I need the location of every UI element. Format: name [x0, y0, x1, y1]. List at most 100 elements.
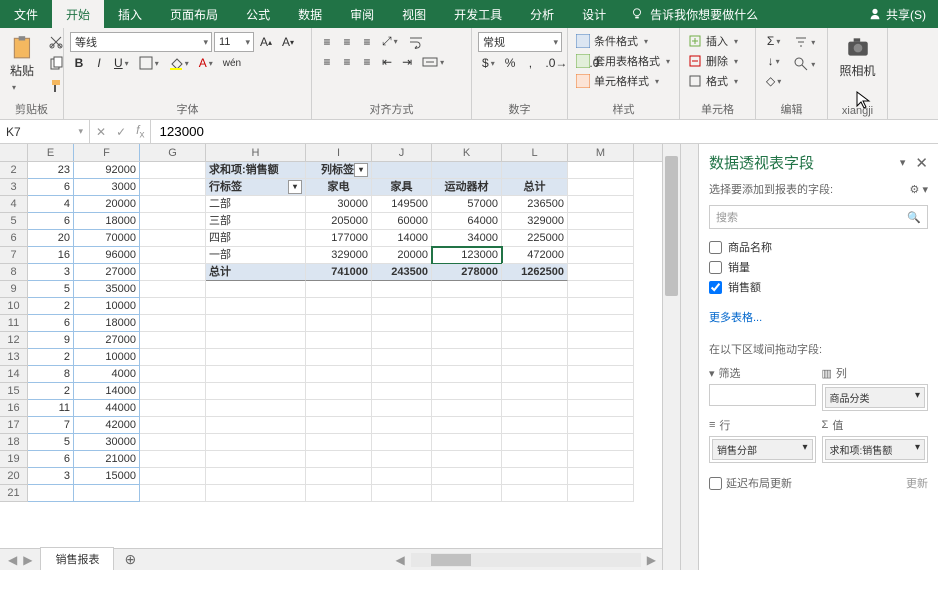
italic-button[interactable]: I — [90, 54, 108, 72]
cell[interactable] — [568, 213, 634, 230]
cell[interactable] — [372, 298, 432, 315]
cell[interactable] — [568, 264, 634, 281]
cell[interactable] — [206, 468, 306, 485]
area-filter[interactable]: ▾筛选 — [709, 365, 816, 411]
cell[interactable]: 34000 — [432, 230, 502, 247]
merge-button[interactable] — [418, 53, 448, 71]
cell[interactable] — [306, 451, 372, 468]
cell[interactable] — [140, 230, 206, 247]
row-header[interactable]: 7 — [0, 247, 28, 264]
cell[interactable] — [432, 315, 502, 332]
cell[interactable] — [306, 417, 372, 434]
tab-home[interactable]: 开始 — [52, 0, 104, 28]
field-item-revenue[interactable]: 销售额 — [709, 277, 928, 297]
underline-button[interactable]: U — [110, 54, 133, 72]
cell[interactable] — [140, 349, 206, 366]
cell[interactable] — [502, 383, 568, 400]
cell[interactable]: 20000 — [372, 247, 432, 264]
cell[interactable] — [372, 281, 432, 298]
cell-style-button[interactable]: 单元格样式 — [574, 72, 661, 90]
cell[interactable] — [502, 417, 568, 434]
cell[interactable]: 4000 — [74, 366, 140, 383]
cell[interactable]: 30000 — [74, 434, 140, 451]
delete-cells-button[interactable]: 删除 — [686, 52, 740, 70]
sheet-tab-active[interactable]: 销售报表 — [40, 547, 114, 570]
cell[interactable] — [502, 451, 568, 468]
sort-filter-button[interactable] — [789, 32, 819, 52]
cell[interactable] — [140, 451, 206, 468]
tab-design[interactable]: 设计 — [568, 0, 620, 28]
cell[interactable]: 6 — [28, 179, 74, 196]
cell[interactable]: 18000 — [74, 315, 140, 332]
cell[interactable] — [306, 434, 372, 451]
row-header[interactable]: 2 — [0, 162, 28, 179]
cell[interactable] — [432, 417, 502, 434]
tab-file[interactable]: 文件 — [0, 0, 52, 28]
row-header[interactable]: 3 — [0, 179, 28, 196]
cell[interactable] — [502, 434, 568, 451]
cell[interactable] — [502, 281, 568, 298]
cell[interactable]: 18000 — [74, 213, 140, 230]
cell[interactable] — [206, 451, 306, 468]
find-select-button[interactable] — [789, 54, 819, 74]
cell[interactable] — [432, 162, 502, 179]
cell[interactable] — [306, 332, 372, 349]
cell[interactable] — [502, 400, 568, 417]
update-button[interactable]: 更新 — [906, 475, 928, 491]
row-header[interactable]: 17 — [0, 417, 28, 434]
cell[interactable] — [306, 485, 372, 502]
increase-indent-button[interactable]: ⇥ — [398, 53, 416, 71]
add-sheet-button[interactable]: ⊕ — [114, 551, 146, 568]
cell[interactable] — [206, 434, 306, 451]
cell[interactable] — [432, 400, 502, 417]
cell[interactable] — [568, 315, 634, 332]
cell[interactable]: 8 — [28, 366, 74, 383]
cell[interactable] — [568, 400, 634, 417]
cell[interactable] — [206, 485, 306, 502]
cell[interactable] — [502, 366, 568, 383]
cell[interactable] — [206, 366, 306, 383]
pivot-dropdown-button[interactable]: ▾ — [288, 180, 302, 194]
cell[interactable] — [306, 315, 372, 332]
cell[interactable]: 11 — [28, 400, 74, 417]
horizontal-scrollbar[interactable] — [411, 553, 641, 567]
tab-pagelayout[interactable]: 页面布局 — [156, 0, 232, 28]
formula-input[interactable] — [151, 120, 938, 143]
cell[interactable]: 15000 — [74, 468, 140, 485]
hscroll-right[interactable]: ▶ — [647, 553, 656, 567]
cell[interactable]: 92000 — [74, 162, 140, 179]
tab-devtools[interactable]: 开发工具 — [440, 0, 516, 28]
cell[interactable]: 205000 — [306, 213, 372, 230]
tellme-search[interactable]: 告诉我你想要做什么 — [620, 0, 856, 28]
align-center-button[interactable]: ≡ — [338, 53, 356, 71]
cell[interactable]: 243500 — [372, 264, 432, 281]
phonetic-button[interactable]: wén — [219, 54, 245, 72]
cell[interactable] — [206, 298, 306, 315]
cell[interactable]: 5 — [28, 434, 74, 451]
cell[interactable]: 4 — [28, 196, 74, 213]
cell[interactable] — [502, 315, 568, 332]
col-header-H[interactable]: H — [206, 144, 306, 161]
cell[interactable]: 30000 — [306, 196, 372, 213]
col-header-F[interactable]: F — [74, 144, 140, 161]
cell[interactable] — [306, 281, 372, 298]
cell[interactable]: 64000 — [432, 213, 502, 230]
table-format-button[interactable]: 套用表格格式 — [574, 52, 672, 70]
cell[interactable] — [140, 485, 206, 502]
number-format-combo[interactable]: 常规 — [478, 32, 562, 52]
cell[interactable] — [568, 247, 634, 264]
increase-decimal-button[interactable]: .0→ — [541, 54, 571, 72]
cell[interactable] — [568, 196, 634, 213]
cell[interactable]: 42000 — [74, 417, 140, 434]
cell[interactable] — [140, 162, 206, 179]
area-values[interactable]: Σ值 求和项:销售额▾ — [822, 417, 929, 463]
accounting-button[interactable]: $ — [478, 54, 499, 72]
cell[interactable]: 6 — [28, 213, 74, 230]
area-columns[interactable]: ▥列 商品分类▾ — [822, 365, 929, 411]
cell[interactable] — [206, 383, 306, 400]
tab-review[interactable]: 审阅 — [336, 0, 388, 28]
enter-formula-button[interactable]: ✓ — [116, 125, 126, 139]
cell[interactable] — [372, 434, 432, 451]
cell[interactable] — [502, 162, 568, 179]
vertical-scrollbar[interactable] — [662, 144, 680, 570]
